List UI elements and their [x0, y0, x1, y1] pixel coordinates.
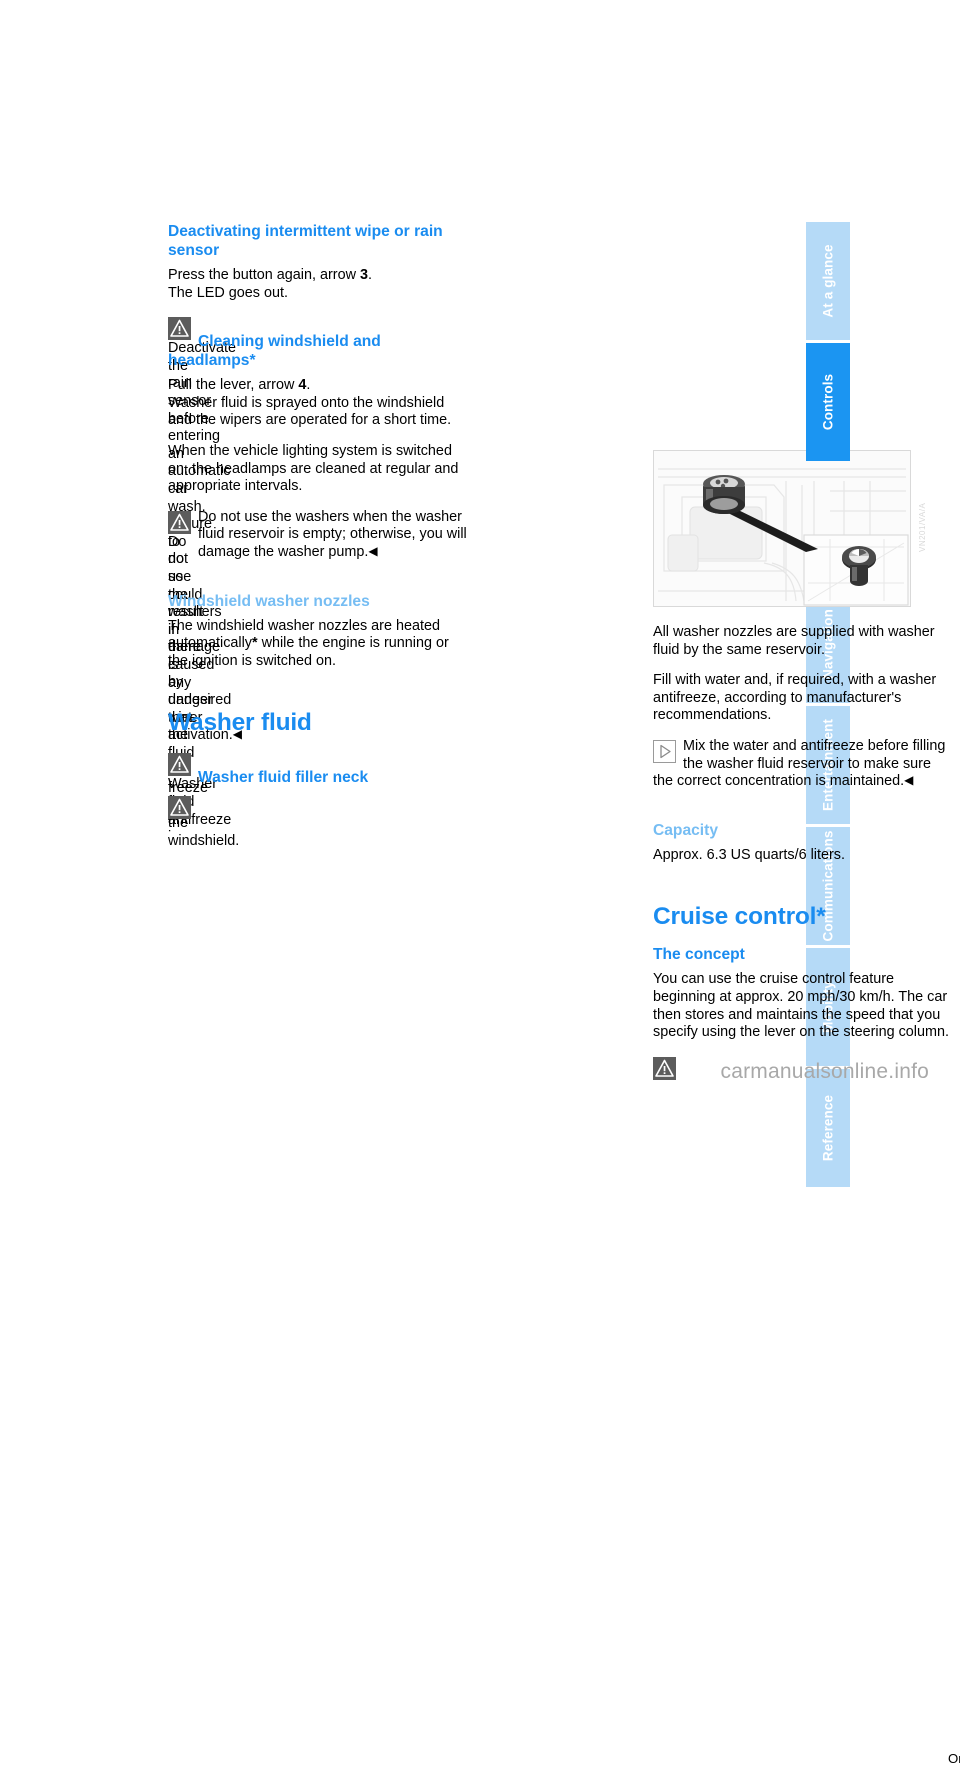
paragraph-washer-sprayed: Washer fluid is sprayed onto the windshi… — [168, 394, 452, 429]
warning-triangle-icon: Washer fluid antifreeze is flammable. Th… — [168, 753, 231, 832]
tab-reference-label: Reference — [820, 1094, 836, 1162]
heading-windshield-washer-nozzles: Windshield washer nozzles — [168, 592, 370, 610]
paragraph-nozzles-heated: The windshield washer nozzles are heated… — [168, 618, 468, 671]
heading-deactivating-intermittent-wipe: Deactivating intermittent wipe or rain s… — [168, 223, 443, 259]
paragraph-led-goes-out: The LED goes out. — [168, 284, 288, 301]
arrow-number-3: 3 — [359, 267, 368, 283]
tab-at-a-glance[interactable]: At a glance — [806, 222, 850, 340]
pull-lever-text: Pull the lever, arrow — [168, 377, 299, 394]
press-button-period: . — [368, 267, 372, 283]
warning-triangle-icon: Only refill washer fluid when the engine… — [168, 796, 191, 820]
paragraph-press-button: Press the button again, arrow 3. — [168, 267, 468, 285]
warning-antifreeze-flammable: Washer fluid antifreeze is flammable. Th… — [168, 450, 960, 1766]
warning-triangle-icon: Do not use the washers if there is any d… — [168, 510, 239, 845]
pull-lever-period: . — [306, 377, 311, 394]
warning-rain-sensor: Deactivate the rain sensor before enteri… — [168, 315, 960, 1766]
tab-controls[interactable]: Controls — [806, 343, 850, 461]
warning-empty-reservoir-text: Do not use the washers when the washer f… — [198, 508, 467, 560]
paragraph-pull-lever: Pull the lever, arrow 4. — [168, 377, 468, 395]
press-button-text: Press the button again, arrow — [168, 267, 360, 283]
heading-cleaning-windshield-headlamps: Cleaning windshield and headlamps* — [168, 333, 381, 370]
warning-empty-reservoir: Do not use the washers when the washer f… — [198, 509, 468, 562]
heading-washer-fluid: Washer fluid — [168, 709, 312, 737]
tab-controls-label: Controls — [820, 373, 836, 431]
manual-page: At a glance Controls Driving tips Naviga… — [0, 0, 960, 1766]
tab-at-a-glance-label: At a glance — [820, 244, 836, 318]
end-mark: ◀ — [368, 543, 378, 558]
left-text-column: Deactivating intermittent wipe or rain s… — [168, 222, 960, 1766]
warning-triangle-icon: Deactivate the rain sensor before enteri… — [168, 317, 242, 743]
heading-washer-fluid-filler-neck: Washer fluid filler neck — [198, 769, 369, 787]
paragraph-vehicle-lighting: When the vehicle lighting system is swit… — [168, 442, 459, 495]
warning-do-not-use-washers: Do not use the washers if there is any d… — [168, 450, 960, 1766]
